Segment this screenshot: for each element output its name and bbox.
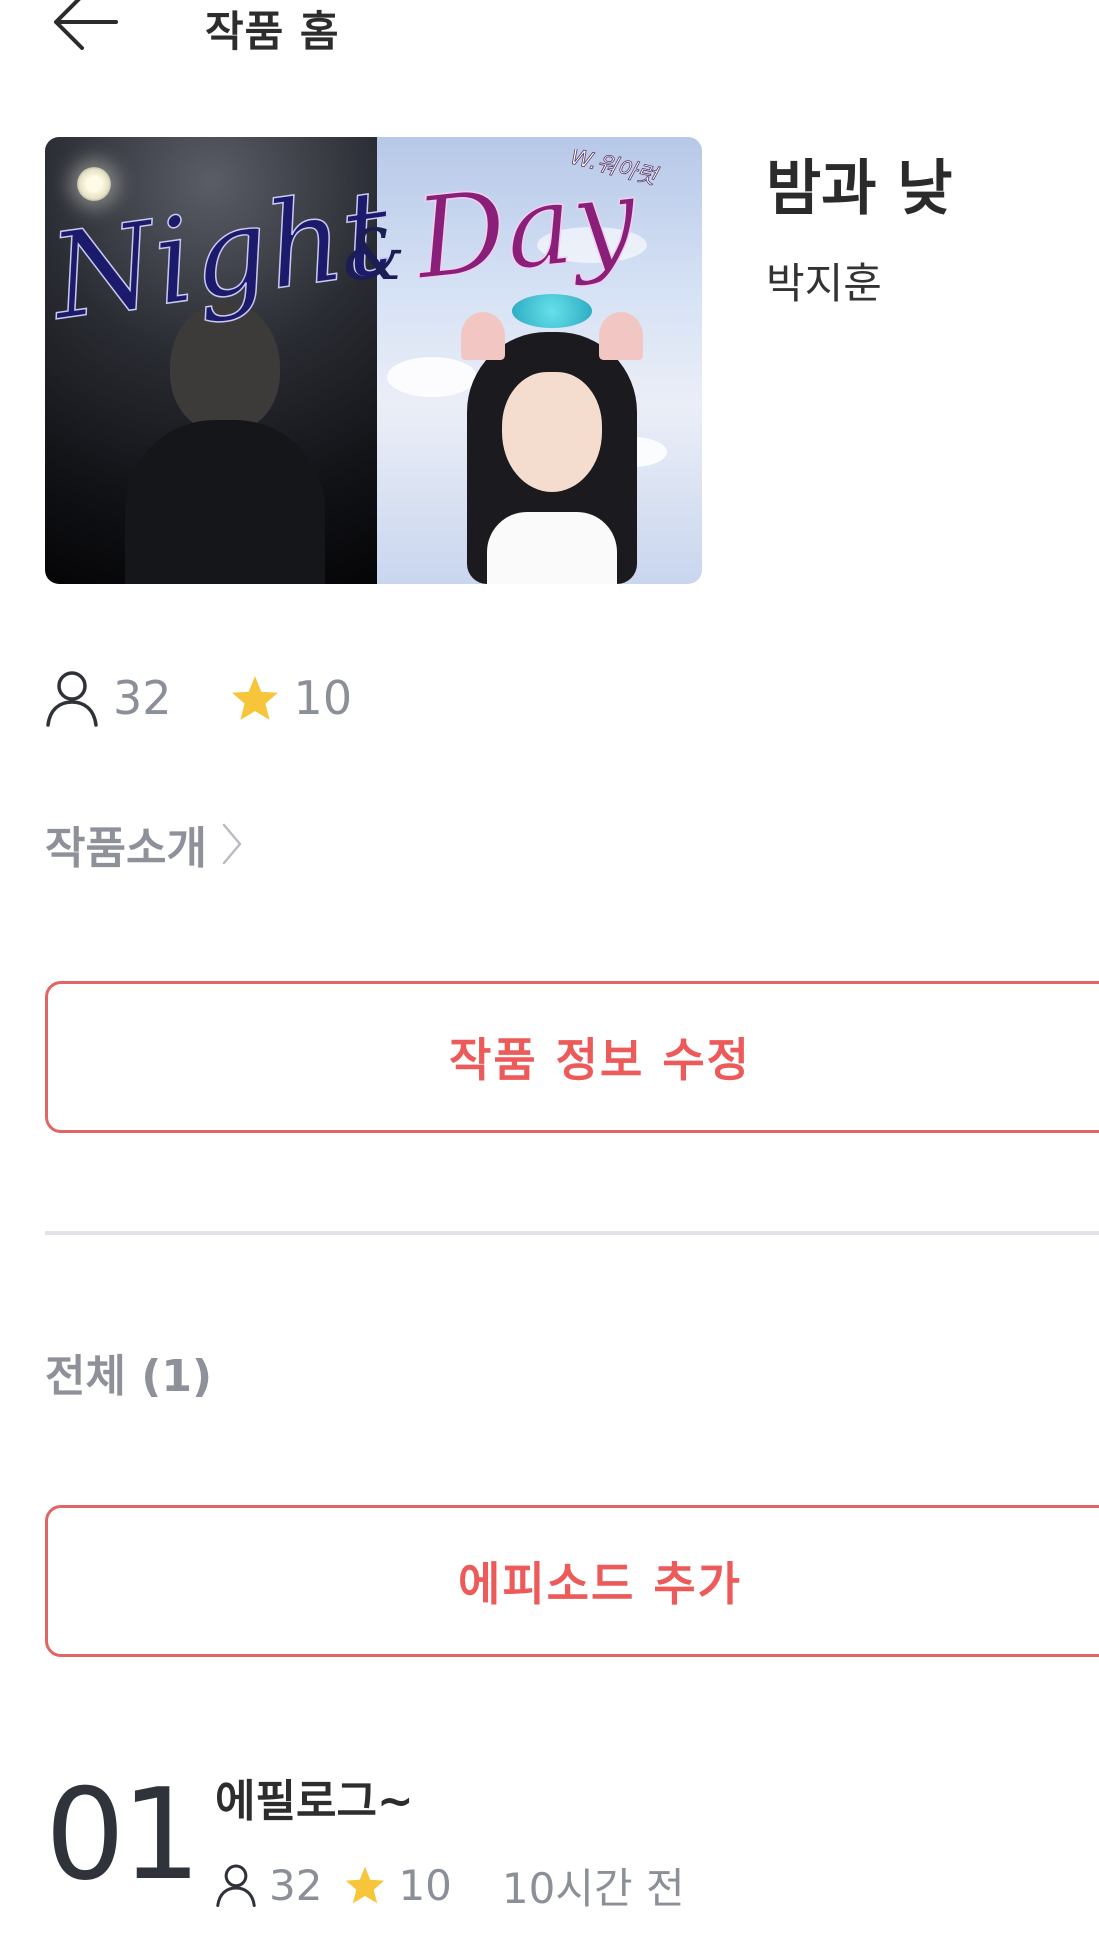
work-intro-link[interactable]: 작품소개 [45,812,243,876]
add-episode-label: 에피소드 추가 [458,1557,742,1611]
stars-stat: 10 [230,671,353,725]
stars-count: 10 [293,671,353,725]
work-stats: 32 10 [45,663,352,733]
views-count: 32 [113,671,172,725]
work-intro-label: 작품소개 [45,823,207,874]
cover-image: Night & Day W.워아럿 [45,137,702,584]
episode-views: 32 [269,1860,323,1910]
add-episode-button[interactable]: 에피소드 추가 [45,1505,1099,1657]
episode-stars: 10 [398,1860,452,1910]
cover-night-panel [45,137,377,584]
cover-person-right [457,294,647,584]
episode-row[interactable]: 01 에필로그~ 32 10 10시간 전 [45,1745,1099,1954]
star-icon [231,676,278,720]
chevron-right-icon [222,823,242,865]
episode-number: 01 [45,1761,201,1908]
moon-shape [77,167,111,201]
back-button[interactable] [52,0,132,56]
episode-title: 에필로그~ [215,1776,414,1827]
person-icon [216,1864,256,1907]
episode-meta: 32 10 10시간 전 [215,1855,685,1915]
episode-count-label: 전체 (1) [45,1351,213,1402]
section-divider [45,1231,1099,1235]
person-icon [46,671,98,727]
author-name: 박지훈 [766,259,882,308]
arrow-left-icon [54,0,118,50]
episode-time: 10시간 전 [501,1863,685,1913]
edit-work-info-label: 작품 정보 수정 [449,1033,751,1087]
work-home-page: 작품 홈 Night & Day W.워아럿 밤과 낮 박지훈 32 10 작품… [0,0,1099,1954]
views-stat: 32 [45,669,172,727]
page-title: 작품 홈 [205,7,340,56]
edit-work-info-button[interactable]: 작품 정보 수정 [45,981,1099,1133]
cover-day-panel [377,137,702,584]
work-title: 밤과 낮 [766,154,953,224]
cover-person-left [125,302,325,584]
star-icon [346,1866,385,1904]
